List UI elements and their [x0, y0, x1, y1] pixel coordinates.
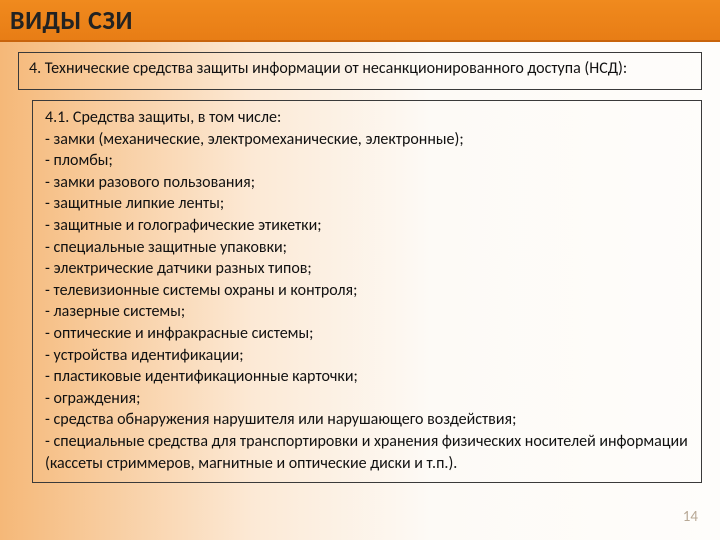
list-item: - электрические датчики разных типов;	[45, 258, 691, 280]
list-item: - защитные липкие ленты;	[45, 193, 691, 215]
page-title: ВИДЫ СЗИ	[10, 4, 133, 36]
list-item: - замки разового пользования;	[45, 172, 691, 194]
list-item: - защитные и голографические этикетки;	[45, 215, 691, 237]
list-item: - специальные средства для транспортиров…	[45, 431, 691, 474]
list-item: - специальные защитные упаковки;	[45, 237, 691, 259]
page-number: 14	[683, 508, 698, 526]
list-item: - лазерные системы;	[45, 301, 691, 323]
intro-box: 4. Технические средства защиты информаци…	[18, 52, 702, 90]
list-item: - пломбы;	[45, 150, 691, 172]
title-bar: ВИДЫ СЗИ	[0, 0, 720, 42]
list-item: - пластиковые идентификационные карточки…	[45, 366, 691, 388]
list-heading: 4.1. Средства защиты, в том числе:	[45, 107, 691, 129]
list-item: - замки (механические, электромеханическ…	[45, 129, 691, 151]
list-item: - ограждения;	[45, 388, 691, 410]
content-area: 4. Технические средства защиты информаци…	[0, 42, 720, 483]
list-item: - средства обнаружения нарушителя или на…	[45, 409, 691, 431]
list-item: - телевизионные системы охраны и контрол…	[45, 280, 691, 302]
list-box: 4.1. Средства защиты, в том числе: - зам…	[32, 100, 702, 483]
list-item: - устройства идентификации;	[45, 345, 691, 367]
intro-text: 4. Технические средства защиты информаци…	[29, 59, 691, 79]
list-item: - оптические и инфракрасные системы;	[45, 323, 691, 345]
